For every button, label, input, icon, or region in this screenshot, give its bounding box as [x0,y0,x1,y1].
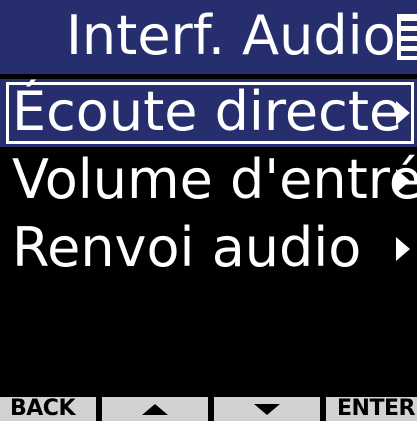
triangle-up-icon [142,404,168,415]
chevron-right-icon [396,101,410,125]
softkey-bar: BACK ENTER [0,397,417,421]
back-softkey[interactable]: BACK [0,397,96,421]
enter-label: ENTER [337,396,415,421]
chevron-right-icon [396,169,410,193]
up-softkey[interactable] [102,397,208,421]
menu-item-label: Écoute directe [12,80,403,143]
menu-item-renvoi-audio[interactable]: Renvoi audio [0,215,417,283]
back-label: BACK [10,396,76,421]
menu-item-label: Volume d'entré [12,148,417,211]
header-bar: Interf. Audio [0,0,417,74]
menu-item-label: Renvoi audio [12,216,362,279]
battery-icon [397,14,417,60]
menu-item-volume-entree[interactable]: Volume d'entré [0,147,417,215]
menu-item-ecoute-directe[interactable]: Écoute directe [0,79,417,147]
chevron-right-icon [396,237,410,261]
page-title: Interf. Audio [66,4,396,67]
down-softkey[interactable] [214,397,320,421]
menu-list: Écoute directe Volume d'entré Renvoi aud… [0,79,417,283]
triangle-down-icon [254,404,280,415]
device-screen: Interf. Audio Écoute directe Volume d'en… [0,0,417,421]
enter-softkey[interactable]: ENTER [326,397,417,421]
